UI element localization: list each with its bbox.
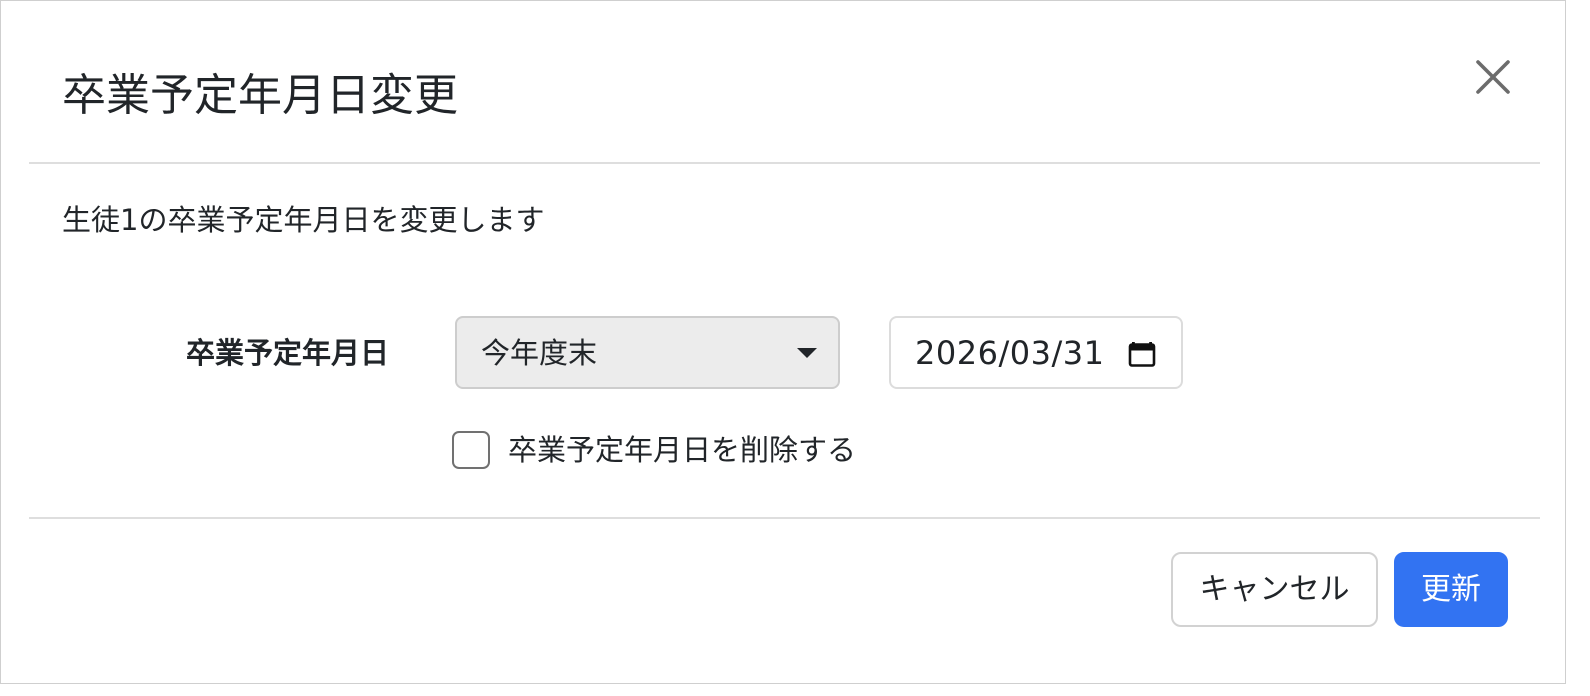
calendar-icon[interactable] xyxy=(1127,338,1157,368)
update-button[interactable]: 更新 xyxy=(1394,552,1508,627)
footer-divider xyxy=(29,517,1540,519)
modal-title: 卒業予定年月日変更 xyxy=(62,70,458,121)
close-button[interactable] xyxy=(1467,53,1517,103)
modal-dialog: 卒業予定年月日変更 生徒1の卒業予定年月日を変更します 卒業予定年月日 今年度末… xyxy=(0,0,1566,684)
cancel-button[interactable]: キャンセル xyxy=(1171,552,1378,627)
graduation-date-input[interactable]: 2026/03/31 xyxy=(889,316,1183,389)
delete-date-checkbox[interactable] xyxy=(452,431,490,469)
modal-description: 生徒1の卒業予定年月日を変更します xyxy=(62,203,545,237)
graduation-date-label: 卒業予定年月日 xyxy=(186,336,390,370)
header-divider xyxy=(29,162,1540,164)
close-icon xyxy=(1467,53,1517,103)
graduation-date-preset-select[interactable]: 今年度末 xyxy=(455,316,840,389)
select-value: 今年度末 xyxy=(481,336,598,370)
caret-down-icon xyxy=(797,348,817,358)
date-value: 2026/03/31 xyxy=(915,334,1105,372)
delete-date-checkbox-label[interactable]: 卒業予定年月日を削除する xyxy=(508,427,856,473)
